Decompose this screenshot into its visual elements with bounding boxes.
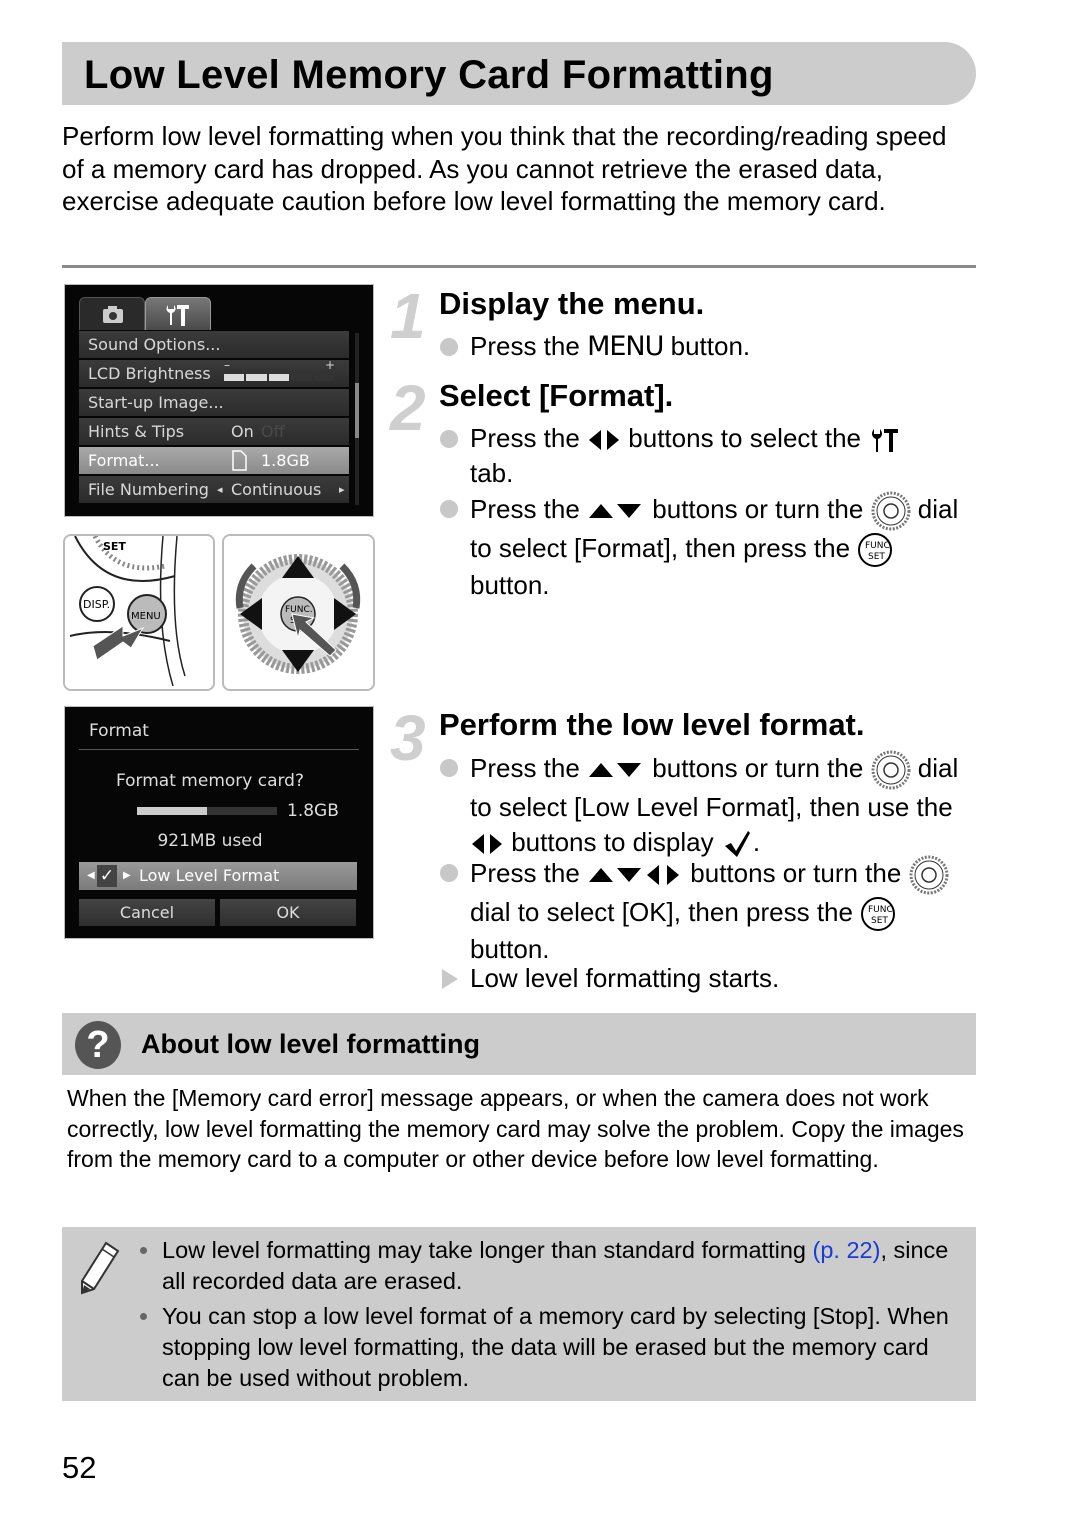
menu-tab-shooting bbox=[79, 297, 145, 330]
set-label: SET bbox=[103, 540, 126, 553]
svg-text:SET: SET bbox=[868, 552, 885, 562]
step-2-bullet-2: Press the buttons or turn the dial to se… bbox=[438, 491, 978, 603]
menu-row-file-numbering: File Numbering ◂ Continuous ▸ bbox=[79, 476, 349, 503]
step-1-bullet-1: Press the MENU button. bbox=[438, 329, 978, 364]
hints-off-value: Off bbox=[261, 422, 285, 441]
menu-row-sound-options: Sound Options... bbox=[79, 331, 349, 358]
menu-list: Sound Options... LCD Brightness – + Star… bbox=[79, 331, 349, 505]
func-set-button-icon: FUNCSET bbox=[858, 533, 893, 568]
menu-row-hints-tips: Hints & Tips On Off bbox=[79, 418, 349, 445]
page-title: Low Level Memory Card Formatting bbox=[84, 53, 774, 97]
bullet-dot-icon bbox=[440, 500, 458, 518]
step-number-1: 1 bbox=[390, 280, 426, 352]
step-title-1: Display the menu. bbox=[439, 286, 705, 321]
svg-text:SET: SET bbox=[871, 916, 888, 926]
note-item-2: You can stop a low level format of a mem… bbox=[140, 1301, 960, 1394]
result-arrow-icon bbox=[442, 969, 458, 989]
control-dial-illustration: FUNC. SET bbox=[222, 534, 375, 691]
menu-label: MENU bbox=[131, 611, 161, 622]
camera-icon bbox=[103, 306, 123, 323]
hints-on-value: On bbox=[231, 422, 254, 441]
step-3-bullet-1: Press the buttons or turn the dial to se… bbox=[438, 750, 978, 860]
control-dial-icon bbox=[871, 750, 911, 790]
step-3-result: Low level formatting starts. bbox=[438, 961, 978, 996]
menu-button-label: MENU bbox=[587, 331, 664, 362]
format-question: Format memory card? bbox=[115, 771, 304, 791]
capacity-bar-fill bbox=[137, 807, 207, 815]
brightness-segment bbox=[246, 374, 267, 381]
memory-card-icon bbox=[232, 450, 247, 471]
note-bullet-icon bbox=[140, 1247, 147, 1254]
brightness-segment bbox=[268, 374, 290, 381]
note-item-1: Low level formatting may take longer tha… bbox=[140, 1235, 960, 1297]
step-number-2: 2 bbox=[390, 372, 426, 444]
step-2-bullet-1: Press the buttons to select the tab. bbox=[438, 421, 978, 491]
menu-tab-setup bbox=[145, 297, 211, 330]
note-box: Low level formatting may take longer tha… bbox=[62, 1227, 976, 1401]
divider bbox=[62, 265, 976, 268]
bullet-dot-icon bbox=[440, 430, 458, 448]
menu-scroll-thumb bbox=[355, 383, 359, 438]
step-title-2: Select [Format]. bbox=[439, 378, 674, 413]
intro-paragraph: Perform low level formatting when you th… bbox=[62, 121, 947, 216]
page-number: 52 bbox=[62, 1450, 97, 1485]
step-3-bullet-2: Press the buttons or turn the dial to se… bbox=[438, 855, 978, 967]
menu-screen-image: Sound Options... LCD Brightness – + Star… bbox=[64, 284, 374, 517]
bullet-dot-icon bbox=[440, 338, 458, 356]
control-dial-graphic: FUNC. SET bbox=[235, 554, 361, 674]
up-down-buttons-icon bbox=[589, 504, 642, 518]
brightness-segment bbox=[313, 374, 335, 381]
control-dial-icon bbox=[871, 491, 911, 531]
menu-scrollbar bbox=[355, 333, 359, 505]
up-down-left-right-buttons-icon bbox=[589, 865, 680, 885]
svg-text:FUNC: FUNC bbox=[868, 905, 893, 915]
option-checkbox: ✓ bbox=[97, 865, 117, 887]
brightness-segment bbox=[291, 374, 312, 381]
cancel-button: Cancel bbox=[79, 899, 215, 926]
menu-row-format: Format... 1.8GB bbox=[79, 447, 349, 474]
pencil-icon bbox=[81, 1241, 120, 1295]
capacity-bar bbox=[137, 807, 277, 815]
menu-row-lcd-brightness: LCD Brightness – + bbox=[79, 358, 349, 387]
camera-menu-button-illustration: SET DISP. MENU bbox=[63, 534, 215, 691]
option-left-arrow-icon: ◀ bbox=[87, 870, 95, 881]
brightness-bar bbox=[224, 374, 335, 381]
ok-button: OK bbox=[220, 899, 356, 926]
camera-body-illustration: SET DISP. MENU bbox=[69, 536, 186, 687]
up-down-buttons-icon bbox=[589, 763, 642, 777]
func-set-button-icon: FUNCSET bbox=[861, 897, 896, 932]
brightness-segment bbox=[224, 374, 245, 381]
low-level-format-option: ◀ ✓ ▶ Low Level Format bbox=[79, 862, 357, 890]
left-arrow-icon: ◂ bbox=[217, 483, 223, 496]
setup-tab-icon bbox=[872, 429, 899, 453]
step-number-3: 3 bbox=[390, 702, 426, 774]
svg-text:FUNC: FUNC bbox=[865, 541, 890, 551]
about-text: When the [Memory card error] message app… bbox=[67, 1085, 964, 1172]
about-title: About low level formatting bbox=[141, 1029, 481, 1059]
bullet-dot-icon bbox=[440, 864, 458, 882]
left-right-buttons-icon bbox=[472, 834, 502, 855]
question-icon: ? bbox=[75, 1021, 121, 1069]
format-header: Format bbox=[89, 721, 149, 741]
svg-text:FUNC.: FUNC. bbox=[285, 605, 313, 615]
right-arrow-icon: ▸ bbox=[339, 483, 345, 496]
wrench-hammer-icon bbox=[166, 305, 189, 326]
control-dial-icon bbox=[909, 855, 949, 895]
option-right-arrow-icon: ▶ bbox=[123, 870, 131, 881]
page-22-link[interactable]: (p. 22) bbox=[813, 1237, 881, 1263]
format-header-divider bbox=[79, 749, 359, 750]
step-title-3: Perform the low level format. bbox=[439, 707, 865, 742]
bullet-dot-icon bbox=[440, 759, 458, 777]
note-bullet-icon bbox=[140, 1313, 147, 1320]
menu-row-startup-image: Start-up Image... bbox=[79, 389, 349, 416]
disp-label: DISP. bbox=[83, 598, 110, 611]
left-right-buttons-icon bbox=[589, 430, 620, 451]
format-screen-image: Format Format memory card? 1.8GB 921MB u… bbox=[64, 706, 374, 939]
capacity-label: 1.8GB bbox=[287, 801, 339, 821]
used-label: 921MB used bbox=[157, 831, 263, 851]
